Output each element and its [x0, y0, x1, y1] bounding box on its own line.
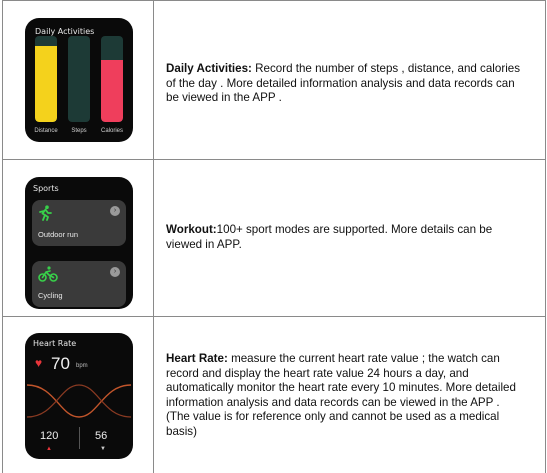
sport-card-label: Outdoor run — [38, 230, 79, 239]
sport-card-label: Cycling — [38, 291, 63, 300]
calories-bar — [101, 36, 123, 122]
up-arrow-icon: ▲ — [46, 446, 52, 452]
watch-screen-title: Sports — [33, 184, 59, 193]
distance-bar — [35, 36, 57, 122]
description-heading: Heart Rate: — [166, 352, 228, 365]
sport-card-outdoor-run: › Outdoor run — [32, 200, 126, 246]
heart-icon: ♥ — [35, 356, 43, 370]
description-daily-activities: Daily Activities: Record the number of s… — [166, 62, 526, 106]
description-workout: Workout:100+ sport modes are supported. … — [166, 223, 526, 252]
column-divider — [153, 317, 154, 473]
column-divider — [153, 1, 154, 159]
calories-label: Calories — [100, 128, 123, 134]
sport-card-cycling: › Cycling — [32, 261, 126, 307]
features-table: Daily Activities Distance Steps Calories… — [2, 0, 546, 473]
steps-bar — [68, 36, 90, 122]
steps-label: Steps — [71, 128, 87, 134]
watch-screen-sports: Sports › Outdoor run › Cycling — [25, 177, 133, 309]
distance-label: Distance — [34, 128, 58, 134]
watch-screen-daily-activities: Daily Activities Distance Steps Calories — [25, 18, 133, 142]
table-row-daily-activities: Daily Activities Distance Steps Calories… — [3, 0, 545, 160]
watch-screen-heart-rate: Heart Rate ♥ 70 bpm 120 ▲ 56 ▼ — [25, 333, 133, 459]
heart-rate-curve — [26, 384, 132, 418]
down-arrow-icon: ▼ — [100, 446, 106, 452]
table-row-heart-rate: Heart Rate ♥ 70 bpm 120 ▲ 56 ▼ Heart Rat… — [3, 317, 545, 473]
heart-rate-value: 70 — [51, 354, 70, 373]
min-heart-rate: 56 — [95, 430, 108, 442]
heart-rate-unit: bpm — [76, 363, 88, 369]
watch-screen-title: Heart Rate — [33, 339, 77, 348]
description-heart-rate: Heart Rate: measure the current heart ra… — [166, 352, 526, 440]
bar-fill — [101, 60, 123, 122]
max-heart-rate: 120 — [40, 430, 59, 442]
chevron-right-icon: › — [110, 267, 120, 277]
cycling-icon — [38, 266, 58, 282]
bar-fill — [35, 46, 57, 122]
column-divider — [153, 160, 154, 316]
running-icon — [39, 205, 52, 221]
table-row-workout: Sports › Outdoor run › Cycling Workout:1… — [3, 160, 545, 317]
description-heading: Workout: — [166, 223, 217, 236]
stat-separator — [79, 427, 80, 449]
watch-screen-title: Daily Activities — [35, 27, 95, 36]
description-heading: Daily Activities: — [166, 62, 252, 75]
chevron-right-icon: › — [110, 206, 120, 216]
